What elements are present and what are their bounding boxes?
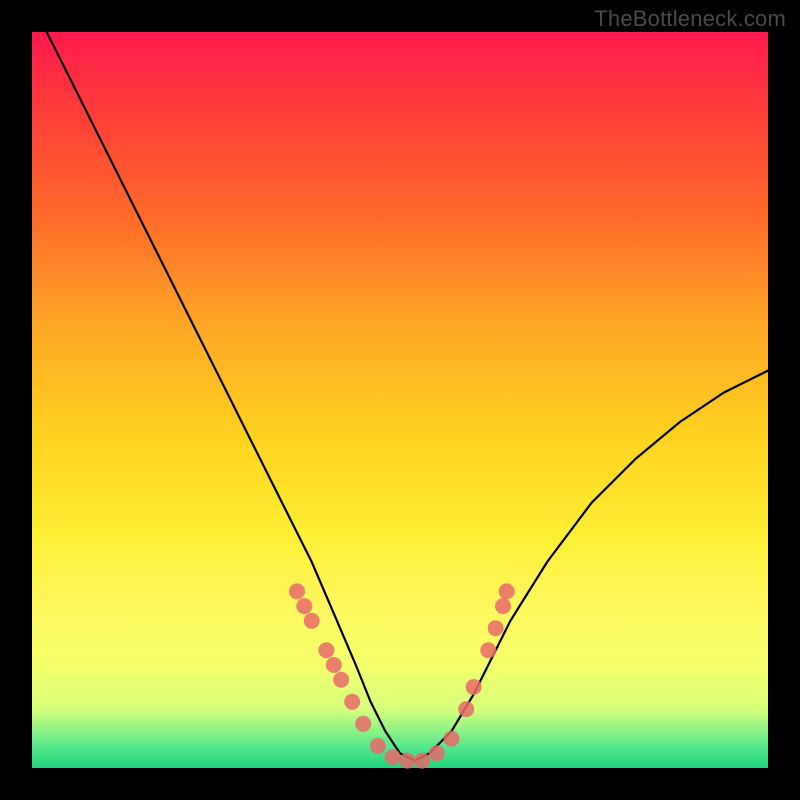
marker-left-cluster-8 — [355, 716, 371, 732]
curve-svg — [32, 32, 768, 768]
marker-bottom-3 — [399, 753, 415, 769]
marker-right-cluster-6 — [499, 583, 515, 599]
marker-group — [289, 583, 515, 768]
marker-left-cluster-3 — [304, 613, 320, 629]
marker-left-cluster-6 — [333, 672, 349, 688]
marker-right-cluster-1 — [458, 701, 474, 717]
plot-area — [32, 32, 768, 768]
marker-bottom-5 — [429, 745, 445, 761]
marker-bottom-4 — [414, 753, 430, 769]
marker-left-cluster-7 — [344, 694, 360, 710]
marker-left-cluster-2 — [296, 598, 312, 614]
marker-bottom-1 — [370, 738, 386, 754]
marker-bottom-2 — [385, 749, 401, 765]
marker-right-cluster-4 — [488, 620, 504, 636]
marker-left-cluster-5 — [326, 657, 342, 673]
marker-left-cluster-4 — [318, 642, 334, 658]
watermark-text: TheBottleneck.com — [594, 6, 786, 32]
chart-frame: TheBottleneck.com — [0, 0, 800, 800]
marker-left-cluster-1 — [289, 583, 305, 599]
marker-right-cluster-2 — [466, 679, 482, 695]
marker-right-cluster-3 — [480, 642, 496, 658]
bottleneck-curve — [47, 32, 768, 761]
marker-right-cluster-5 — [495, 598, 511, 614]
marker-bottom-6 — [444, 731, 460, 747]
